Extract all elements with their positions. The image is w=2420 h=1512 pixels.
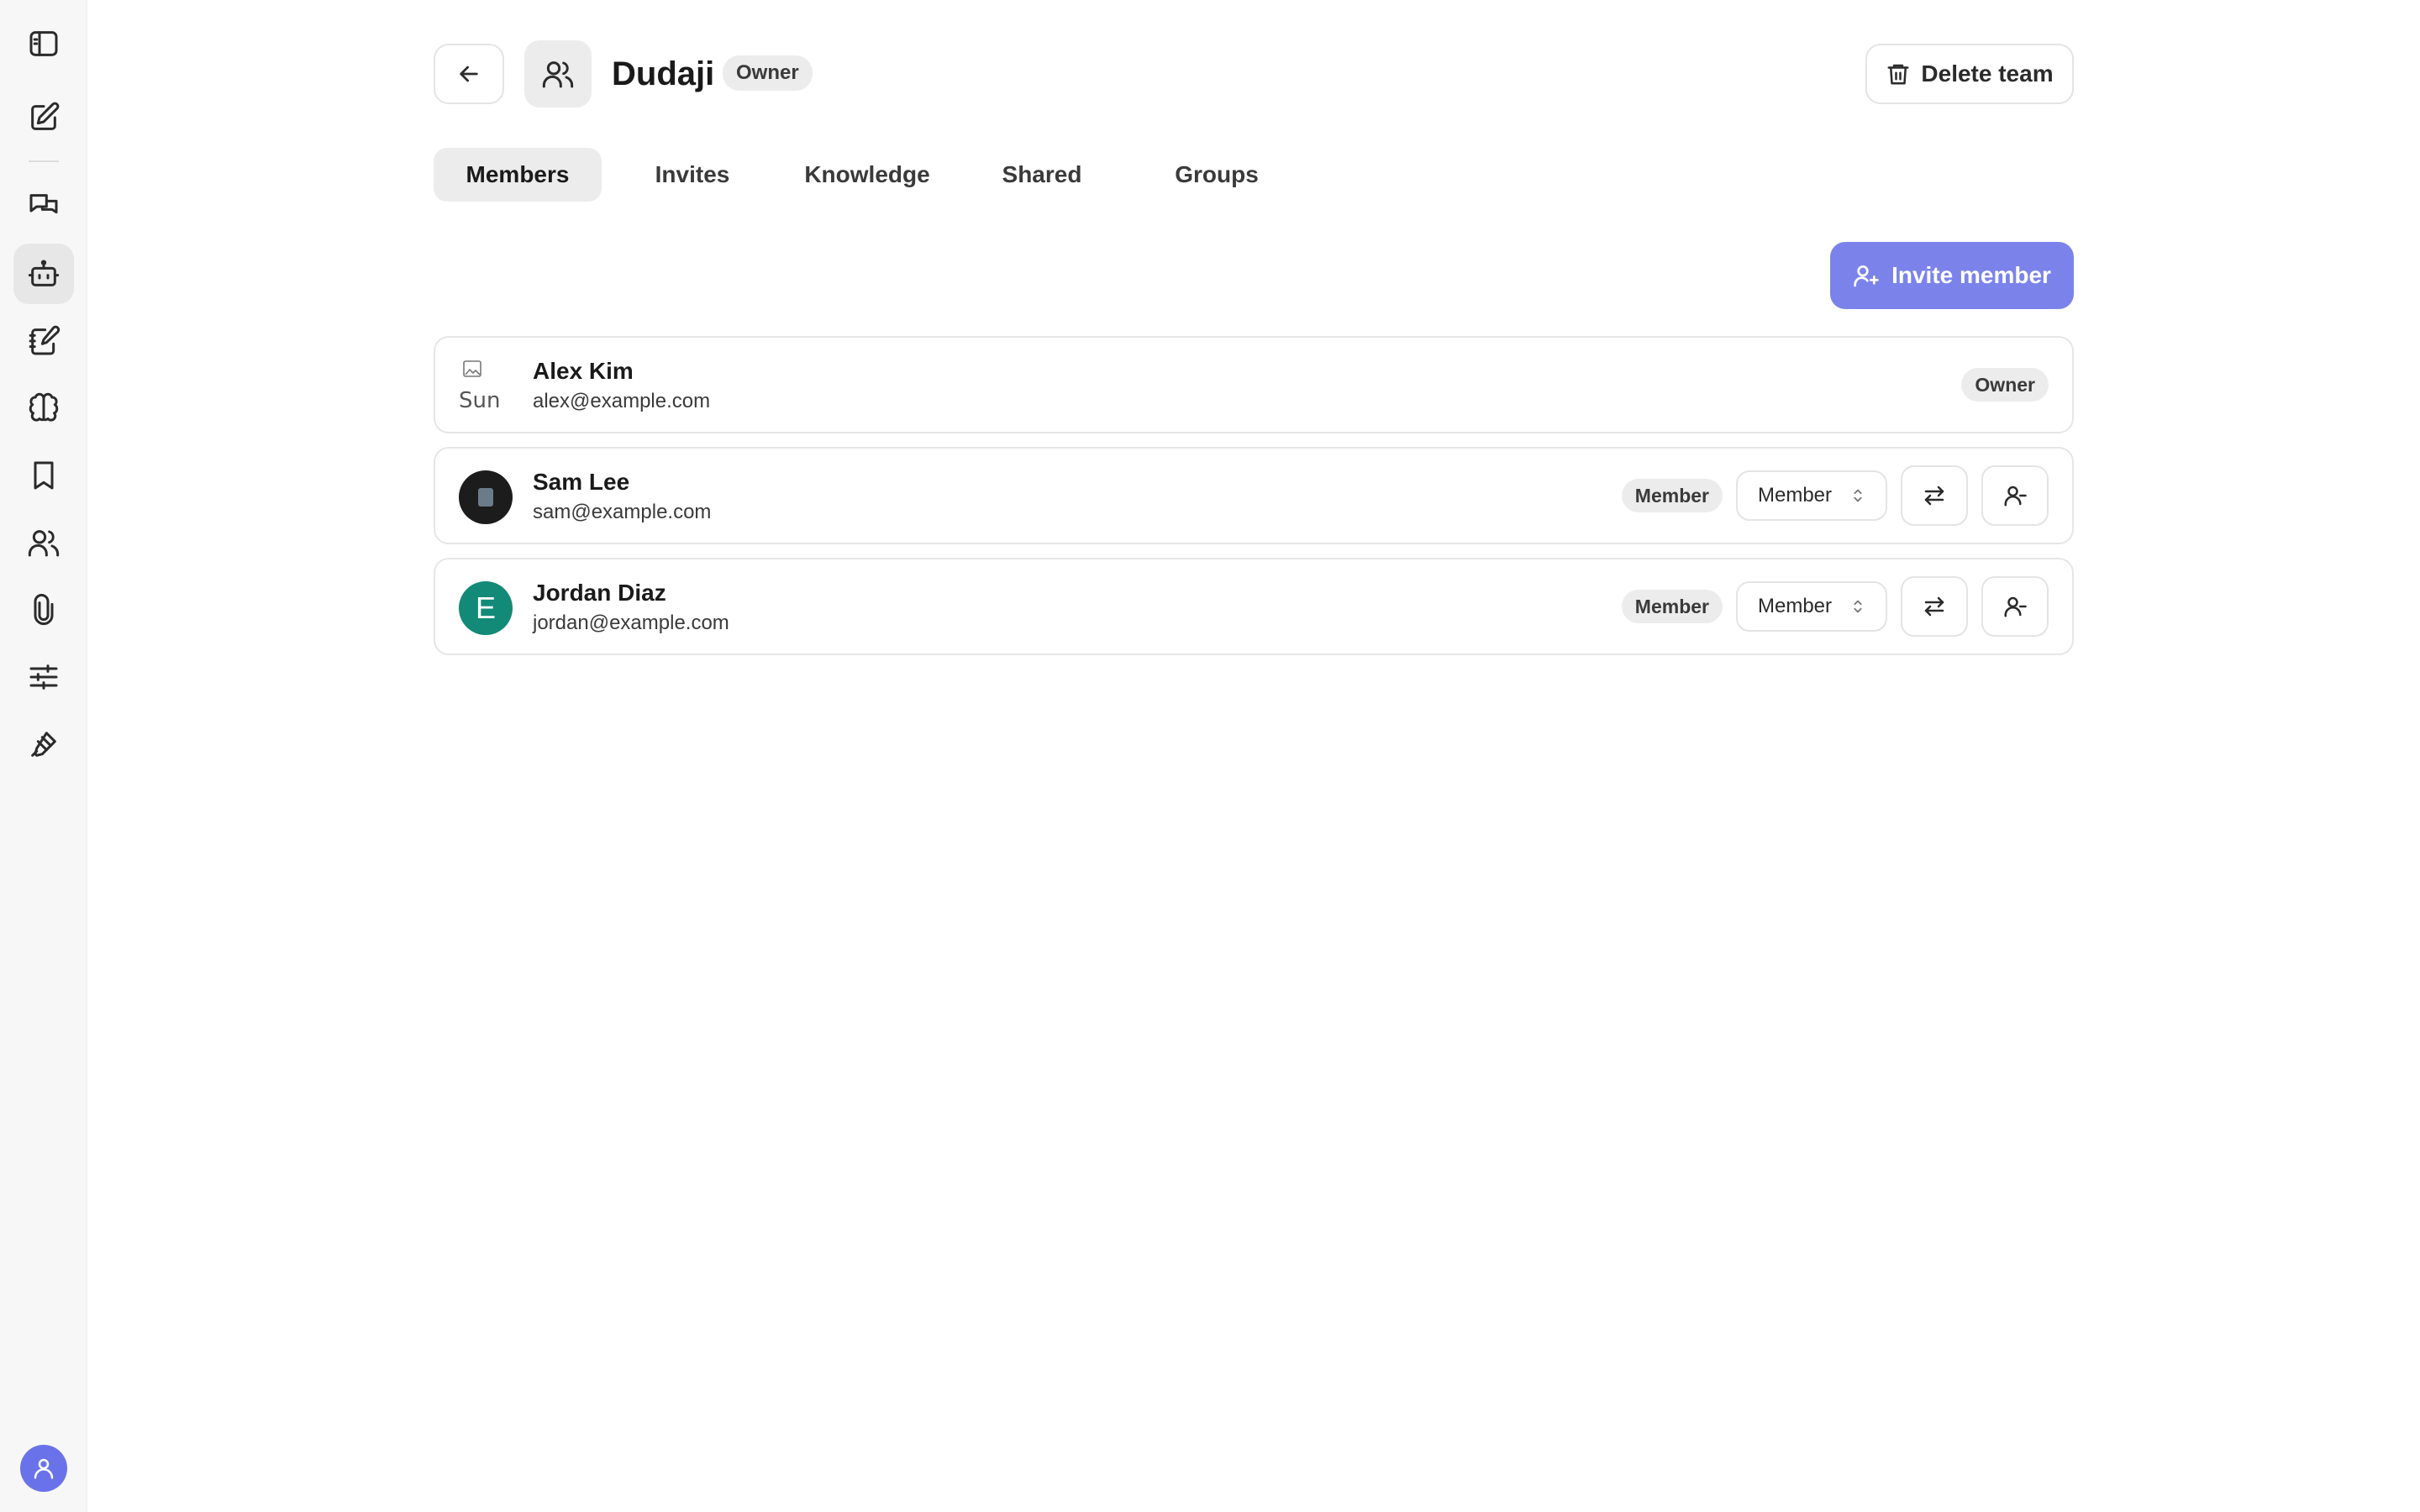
notes-icon[interactable] [13, 311, 74, 371]
role-select-value: Member [1758, 484, 1833, 507]
settings-sliders-icon[interactable] [13, 647, 74, 707]
member-name: Sam Lee [533, 469, 630, 495]
new-note-icon[interactable] [13, 87, 74, 148]
user-icon [34, 1458, 54, 1479]
tab-knowledge[interactable]: Knowledge [783, 148, 951, 202]
delete-team-label: Delete team [1921, 60, 2054, 87]
member-avatar-broken: Sun [459, 360, 513, 413]
chats-icon[interactable] [13, 176, 74, 237]
invite-member-button[interactable]: Invite member [1830, 242, 2074, 309]
pen-tool-icon[interactable] [13, 714, 74, 774]
panel-toggle-icon[interactable] [13, 13, 74, 74]
member-role-badge: Member [1621, 590, 1723, 623]
tab-groups[interactable]: Groups [1133, 148, 1301, 202]
user-minus-icon [2004, 486, 2027, 507]
role-select-value: Member [1758, 595, 1833, 617]
avatar-alt-text: Sun [459, 388, 501, 413]
attachment-icon[interactable] [13, 580, 74, 640]
transfer-ownership-button[interactable] [1901, 576, 1968, 637]
bot-icon[interactable] [13, 244, 74, 304]
member-row: Sun Alex Kim alex@example.com Owner [434, 336, 2074, 433]
member-email: sam@example.com [533, 501, 712, 523]
user-avatar[interactable] [20, 1445, 67, 1492]
remove-member-button[interactable] [1981, 576, 2049, 637]
tab-invites[interactable]: Invites [608, 148, 776, 202]
member-role-badge: Member [1621, 479, 1723, 512]
team-users-icon [524, 40, 592, 108]
swap-arrows-icon [1924, 486, 1944, 506]
page-title: Dudaji [612, 55, 715, 92]
team-role-badge: Owner [723, 55, 813, 91]
remove-member-button[interactable] [1981, 465, 2049, 526]
trash-icon [1887, 64, 1909, 85]
member-avatar: E [459, 581, 513, 635]
brain-icon[interactable] [13, 378, 74, 438]
sidebar-divider [29, 160, 59, 162]
role-select[interactable]: Member [1736, 581, 1887, 632]
chevron-up-down-icon [1854, 489, 1862, 502]
tab-members[interactable]: Members [434, 148, 602, 202]
transfer-ownership-button[interactable] [1901, 465, 1968, 526]
user-plus-icon [1854, 265, 1879, 287]
sidebar [0, 0, 87, 1512]
member-role-badge: Owner [1961, 368, 2049, 402]
chevron-up-down-icon [1854, 600, 1862, 613]
member-name: Alex Kim [533, 358, 634, 384]
arrow-left-icon [460, 66, 478, 82]
role-select[interactable]: Member [1736, 470, 1887, 521]
tab-shared[interactable]: Shared [958, 148, 1126, 202]
member-name: Jordan Diaz [533, 580, 666, 606]
swap-arrows-icon [1924, 596, 1944, 617]
bookmark-icon[interactable] [13, 445, 74, 506]
back-button[interactable] [434, 44, 504, 104]
broken-image-icon [463, 360, 481, 377]
member-avatar [459, 470, 513, 524]
user-minus-icon [2004, 596, 2027, 617]
member-email: alex@example.com [533, 390, 711, 412]
member-email: jordan@example.com [533, 612, 729, 634]
delete-team-button[interactable]: Delete team [1865, 44, 2074, 104]
member-row: E Jordan Diaz jordan@example.com Member … [434, 558, 2074, 655]
users-icon[interactable] [13, 512, 74, 573]
member-row: Sam Lee sam@example.com Member Member [434, 447, 2074, 544]
invite-member-label: Invite member [1891, 262, 2051, 288]
